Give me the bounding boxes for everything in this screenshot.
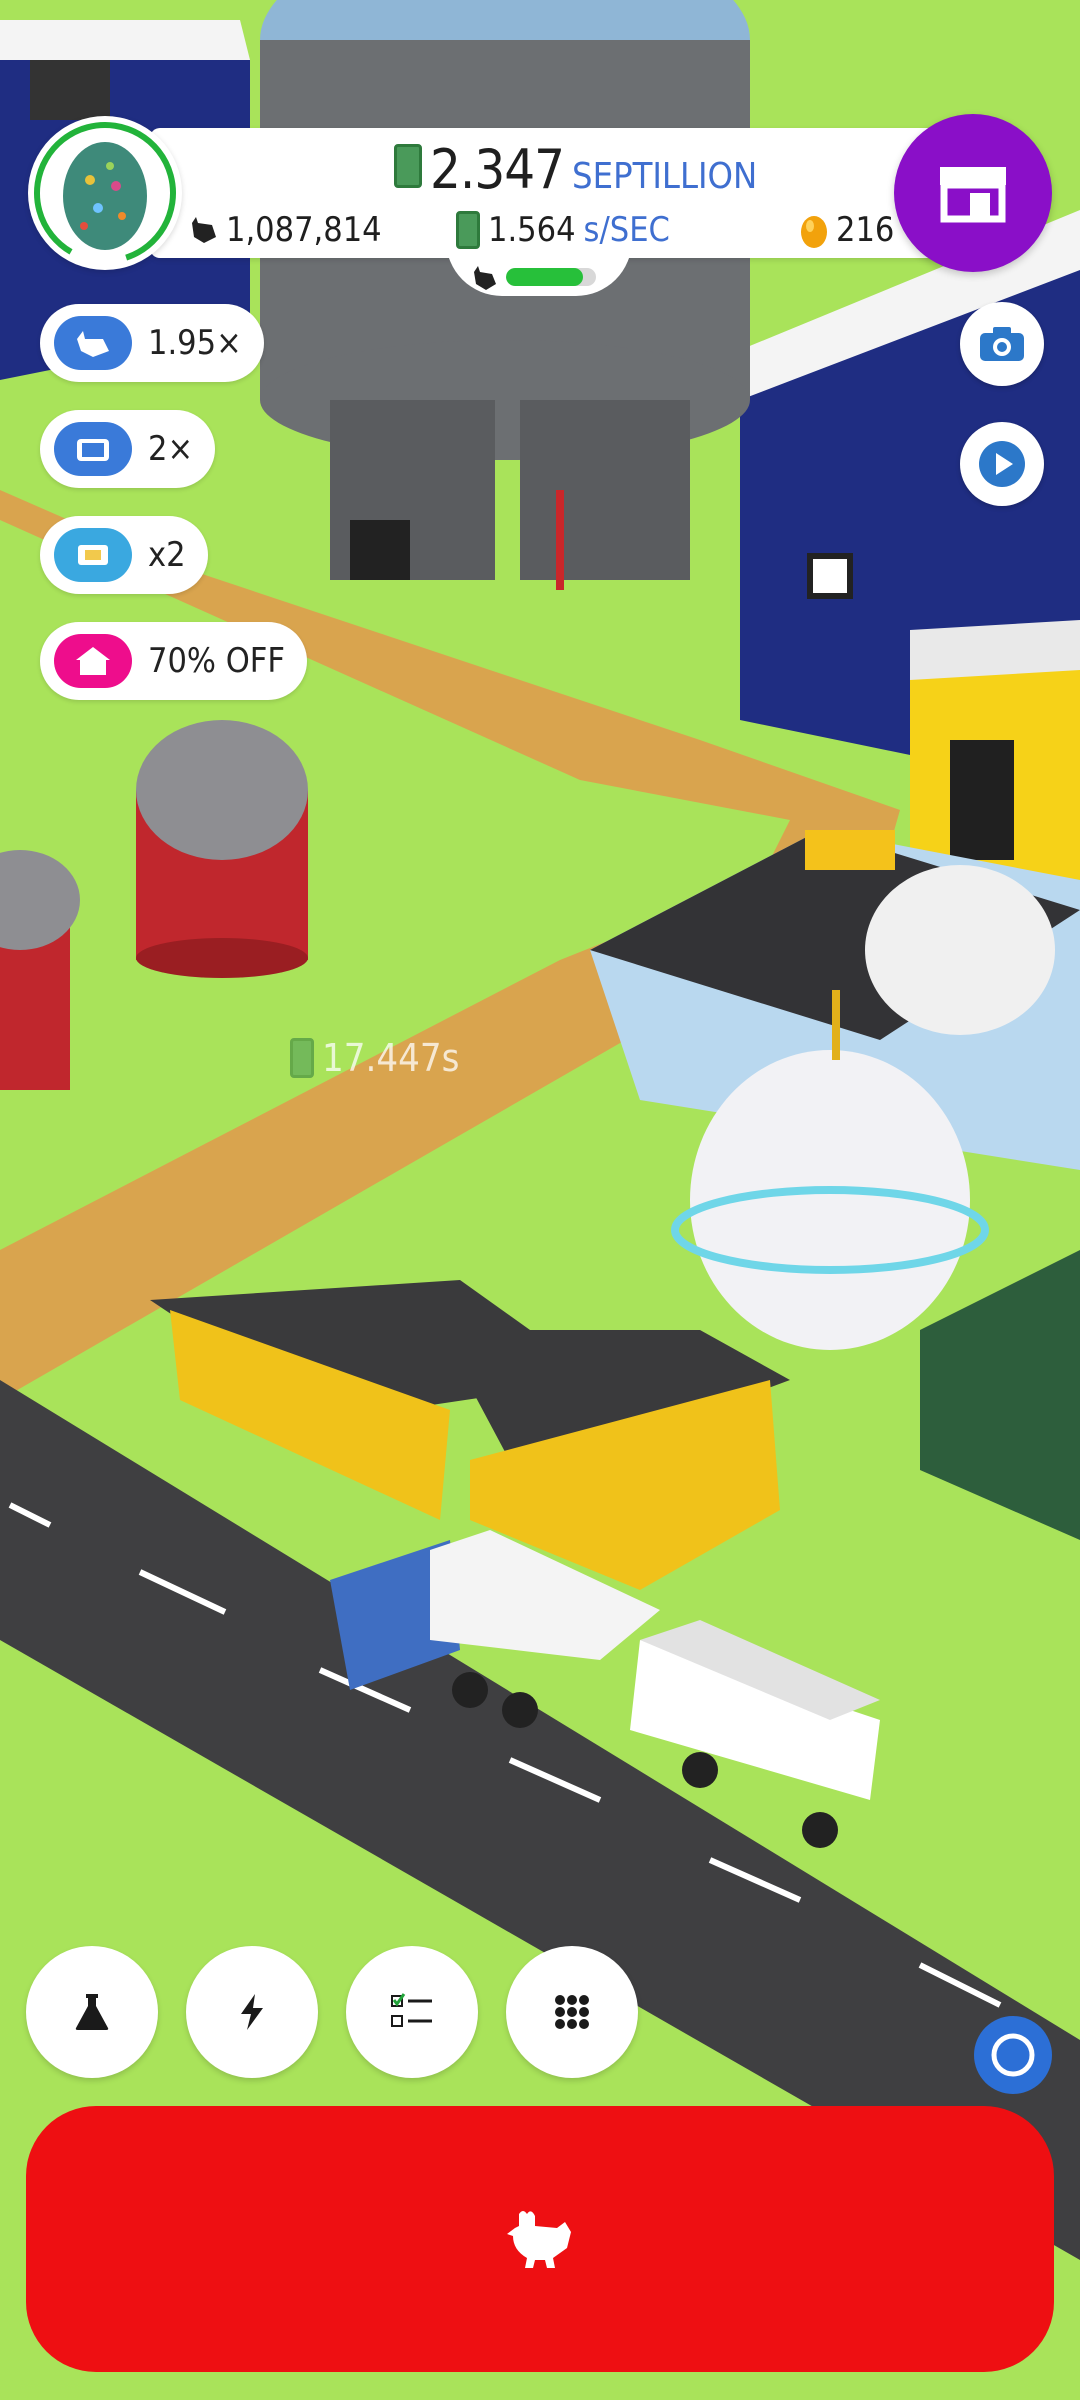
missions-button[interactable] — [346, 1946, 478, 2078]
shop-icon — [940, 167, 1006, 223]
video-boost-pill[interactable]: 2× — [40, 410, 216, 488]
chicken-boost-pill[interactable]: 1.95× — [40, 304, 264, 382]
hatch-chicken-button[interactable] — [26, 2106, 1054, 2372]
ticket-boost-pill[interactable]: x2 — [40, 516, 208, 594]
menu-button[interactable] — [506, 1946, 638, 2078]
missions-checklist-icon — [391, 1993, 432, 2027]
floating-income-popup: 17.447s — [290, 1036, 459, 1080]
home-sale-icon — [54, 634, 132, 688]
chicken-icon — [54, 316, 132, 370]
cash-icon — [394, 144, 422, 188]
boost-label: 70% OFF — [148, 641, 285, 681]
cash-icon — [290, 1038, 314, 1078]
money-unit: SEPTILLION — [572, 156, 758, 197]
income-rate-value: 1.564 — [488, 210, 576, 250]
boost-label: x2 — [148, 535, 186, 575]
golden-egg-count-display: 216 — [800, 210, 894, 250]
universe-egg-icon — [34, 122, 176, 264]
camera-button[interactable] — [960, 302, 1044, 386]
research-button[interactable] — [26, 1946, 158, 2078]
circle-icon — [991, 2033, 1035, 2077]
boost-label: 1.95× — [148, 323, 242, 363]
chicken-count-display: 1,087,814 — [186, 210, 382, 250]
boost-label: 2× — [148, 429, 194, 469]
video-replay-button[interactable] — [960, 422, 1044, 506]
menu-grid-icon — [555, 1995, 589, 2029]
income-rate-unit: s/SEC — [583, 210, 670, 250]
chicken-icon — [507, 2211, 571, 2268]
boosts-button[interactable] — [186, 1946, 318, 2078]
golden-egg-icon — [801, 216, 827, 248]
chicken-count: 1,087,814 — [226, 210, 382, 250]
lab-flask-icon — [75, 1994, 109, 2030]
boost-lightning-icon — [241, 1994, 263, 2030]
chicken-icon — [474, 266, 496, 290]
camera-icon — [980, 327, 1024, 361]
cash-icon — [456, 211, 480, 249]
money-display: 2.347 SEPTILLION — [394, 138, 757, 208]
chicken-icon — [192, 217, 216, 243]
current-egg-button[interactable] — [28, 116, 182, 270]
floating-income-value: 17.447s — [322, 1036, 460, 1080]
shop-button[interactable] — [894, 114, 1052, 272]
sale-boost-pill[interactable]: 70% OFF — [40, 622, 307, 700]
play-icon — [979, 441, 1025, 487]
assistant-button[interactable] — [974, 2016, 1052, 2094]
population-progress-fill — [506, 268, 583, 286]
income-rate-display: 1.564 s/SEC — [456, 210, 670, 250]
tv-icon — [54, 422, 132, 476]
money-value: 2.347 — [430, 138, 565, 201]
game-ticket-icon — [54, 528, 132, 582]
population-progress-bar — [506, 268, 596, 286]
golden-egg-count: 216 — [836, 210, 895, 250]
